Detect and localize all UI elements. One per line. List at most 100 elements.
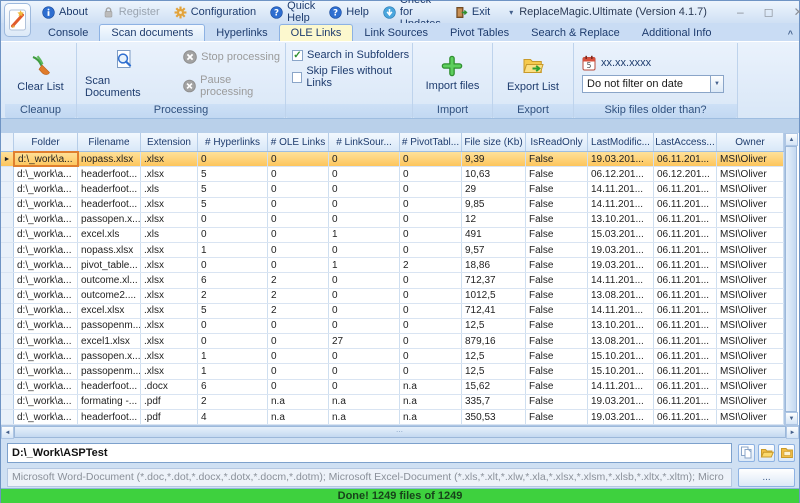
table-row[interactable]: d:\_work\a...excel.xls.xls0010491False15… — [1, 228, 784, 243]
vertical-scroll-thumb[interactable] — [785, 146, 797, 412]
grid-cell[interactable]: 1 — [329, 258, 400, 272]
tab-link-sources[interactable]: Link Sources — [353, 25, 439, 41]
grid-cell[interactable]: MSI\Oliver — [717, 349, 784, 363]
filter-more-button[interactable]: ... — [738, 468, 795, 487]
grid-cell[interactable]: pivot_table... — [78, 258, 141, 272]
grid-cell[interactable]: 1 — [198, 364, 268, 378]
grid-cell[interactable]: MSI\Oliver — [717, 304, 784, 318]
table-row[interactable]: d:\_work\a...passopenm....xlsx100012,5Fa… — [1, 364, 784, 379]
row-selector[interactable] — [1, 410, 14, 424]
table-row[interactable]: d:\_work\a...nopass.xlsx.xlsx10009,57Fal… — [1, 243, 784, 258]
grid-cell[interactable]: 9,85 — [462, 198, 526, 212]
column-header[interactable]: File size (Kb) — [462, 133, 526, 151]
grid-cell[interactable]: 0 — [268, 243, 329, 257]
table-row[interactable]: d:\_work\a...passopen.x....xlsx100012,5F… — [1, 349, 784, 364]
grid-cell[interactable]: .xlsx — [141, 289, 198, 303]
grid-cell[interactable]: 06.11.201... — [654, 228, 717, 242]
table-row[interactable]: d:\_work\a...headerfoot....xls500029Fals… — [1, 182, 784, 197]
grid-cell[interactable]: 06.11.201... — [654, 289, 717, 303]
row-selector[interactable] — [1, 349, 14, 363]
grid-cell[interactable]: n.a — [268, 395, 329, 409]
grid-cell[interactable]: 19.03.201... — [588, 152, 654, 166]
grid-cell[interactable]: passopenm... — [78, 319, 141, 333]
tab-hyperlinks[interactable]: Hyperlinks — [205, 25, 278, 41]
grid-cell[interactable]: n.a — [400, 395, 462, 409]
grid-cell[interactable]: d:\_work\a... — [14, 213, 78, 227]
grid-cell[interactable]: d:\_work\a... — [14, 228, 78, 242]
grid-cell[interactable]: 0 — [198, 152, 268, 166]
grid-cell[interactable]: 2 — [268, 273, 329, 287]
grid-cell[interactable]: d:\_work\a... — [14, 152, 78, 166]
grid-cell[interactable]: 5 — [198, 304, 268, 318]
grid-cell[interactable]: headerfoot... — [78, 380, 141, 394]
grid-cell[interactable]: 19.03.201... — [588, 395, 654, 409]
application-button[interactable] — [4, 3, 31, 37]
table-row[interactable]: d:\_work\a...passopen.x....xlsx000012Fal… — [1, 213, 784, 228]
grid-cell[interactable]: 2 — [268, 289, 329, 303]
grid-cell[interactable]: MSI\Oliver — [717, 258, 784, 272]
grid-cell[interactable]: False — [526, 364, 588, 378]
grid-cell[interactable]: 15.03.201... — [588, 228, 654, 242]
grid-cell[interactable]: 0 — [329, 152, 400, 166]
grid-cell[interactable]: .xlsx — [141, 152, 198, 166]
tab-console[interactable]: Console — [37, 25, 99, 41]
grid-cell[interactable]: 0 — [268, 349, 329, 363]
column-header[interactable]: IsReadOnly — [526, 133, 588, 151]
grid-cell[interactable]: 06.11.201... — [654, 198, 717, 212]
row-selector[interactable] — [1, 304, 14, 318]
row-selector[interactable] — [1, 243, 14, 257]
table-row[interactable]: ►d:\_work\a...nopass.xlsx.xlsx00009,39Fa… — [1, 152, 784, 167]
grid-cell[interactable]: 06.11.201... — [654, 152, 717, 166]
grid-cell[interactable]: 0 — [400, 182, 462, 196]
grid-cell[interactable]: 06.11.201... — [654, 410, 717, 424]
grid-cell[interactable]: False — [526, 289, 588, 303]
scroll-right-icon[interactable]: ► — [786, 426, 799, 439]
chevron-down-icon[interactable]: ▼ — [710, 76, 723, 92]
grid-cell[interactable]: .xlsx — [141, 349, 198, 363]
grid-cell[interactable]: 9,39 — [462, 152, 526, 166]
grid-cell[interactable]: 0 — [400, 304, 462, 318]
grid-cell[interactable]: False — [526, 213, 588, 227]
grid-cell[interactable]: headerfoot... — [78, 198, 141, 212]
column-header[interactable]: LastModific... — [588, 133, 654, 151]
grid-cell[interactable]: False — [526, 273, 588, 287]
grid-cell[interactable]: .docx — [141, 380, 198, 394]
grid-cell[interactable]: 1 — [198, 243, 268, 257]
column-header[interactable]: Extension — [141, 133, 198, 151]
grid-cell[interactable]: 0 — [400, 364, 462, 378]
grid-cell[interactable]: 5 — [198, 182, 268, 196]
grid-cell[interactable]: 0 — [329, 273, 400, 287]
grid-cell[interactable]: 0 — [268, 319, 329, 333]
grid-cell[interactable]: .pdf — [141, 410, 198, 424]
grid-cell[interactable]: 0 — [198, 213, 268, 227]
grid-cell[interactable]: excel.xls — [78, 228, 141, 242]
grid-cell[interactable]: MSI\Oliver — [717, 395, 784, 409]
grid-cell[interactable]: n.a — [329, 410, 400, 424]
grid-cell[interactable]: 0 — [329, 349, 400, 363]
table-row[interactable]: d:\_work\a...excel.xlsx.xlsx5200712,41Fa… — [1, 304, 784, 319]
grid-cell[interactable]: d:\_work\a... — [14, 380, 78, 394]
grid-cell[interactable]: .pdf — [141, 395, 198, 409]
grid-cell[interactable]: nopass.xlsx — [78, 243, 141, 257]
grid-cell[interactable]: headerfoot... — [78, 410, 141, 424]
grid-cell[interactable]: 1 — [198, 349, 268, 363]
minimize-icon[interactable]: – — [737, 6, 744, 18]
grid-cell[interactable]: d:\_work\a... — [14, 319, 78, 333]
grid-cell[interactable]: 0 — [268, 364, 329, 378]
grid-cell[interactable]: 15.10.201... — [588, 349, 654, 363]
grid-cell[interactable]: 0 — [400, 349, 462, 363]
grid-cell[interactable]: 06.11.201... — [654, 182, 717, 196]
grid-cell[interactable]: MSI\Oliver — [717, 380, 784, 394]
grid-cell[interactable]: False — [526, 167, 588, 181]
grid-cell[interactable]: 06.11.201... — [654, 334, 717, 348]
table-row[interactable]: d:\_work\a...pivot_table....xlsx001218,8… — [1, 258, 784, 273]
grid-cell[interactable]: .xlsx — [141, 319, 198, 333]
table-row[interactable]: d:\_work\a...headerfoot....xlsx50009,85F… — [1, 198, 784, 213]
grid-cell[interactable]: d:\_work\a... — [14, 198, 78, 212]
grid-cell[interactable]: 0 — [400, 198, 462, 212]
grid-cell[interactable]: False — [526, 349, 588, 363]
grid-cell[interactable]: 0 — [400, 243, 462, 257]
grid-cell[interactable]: 879,16 — [462, 334, 526, 348]
grid-cell[interactable]: excel.xlsx — [78, 304, 141, 318]
grid-cell[interactable]: 0 — [400, 152, 462, 166]
